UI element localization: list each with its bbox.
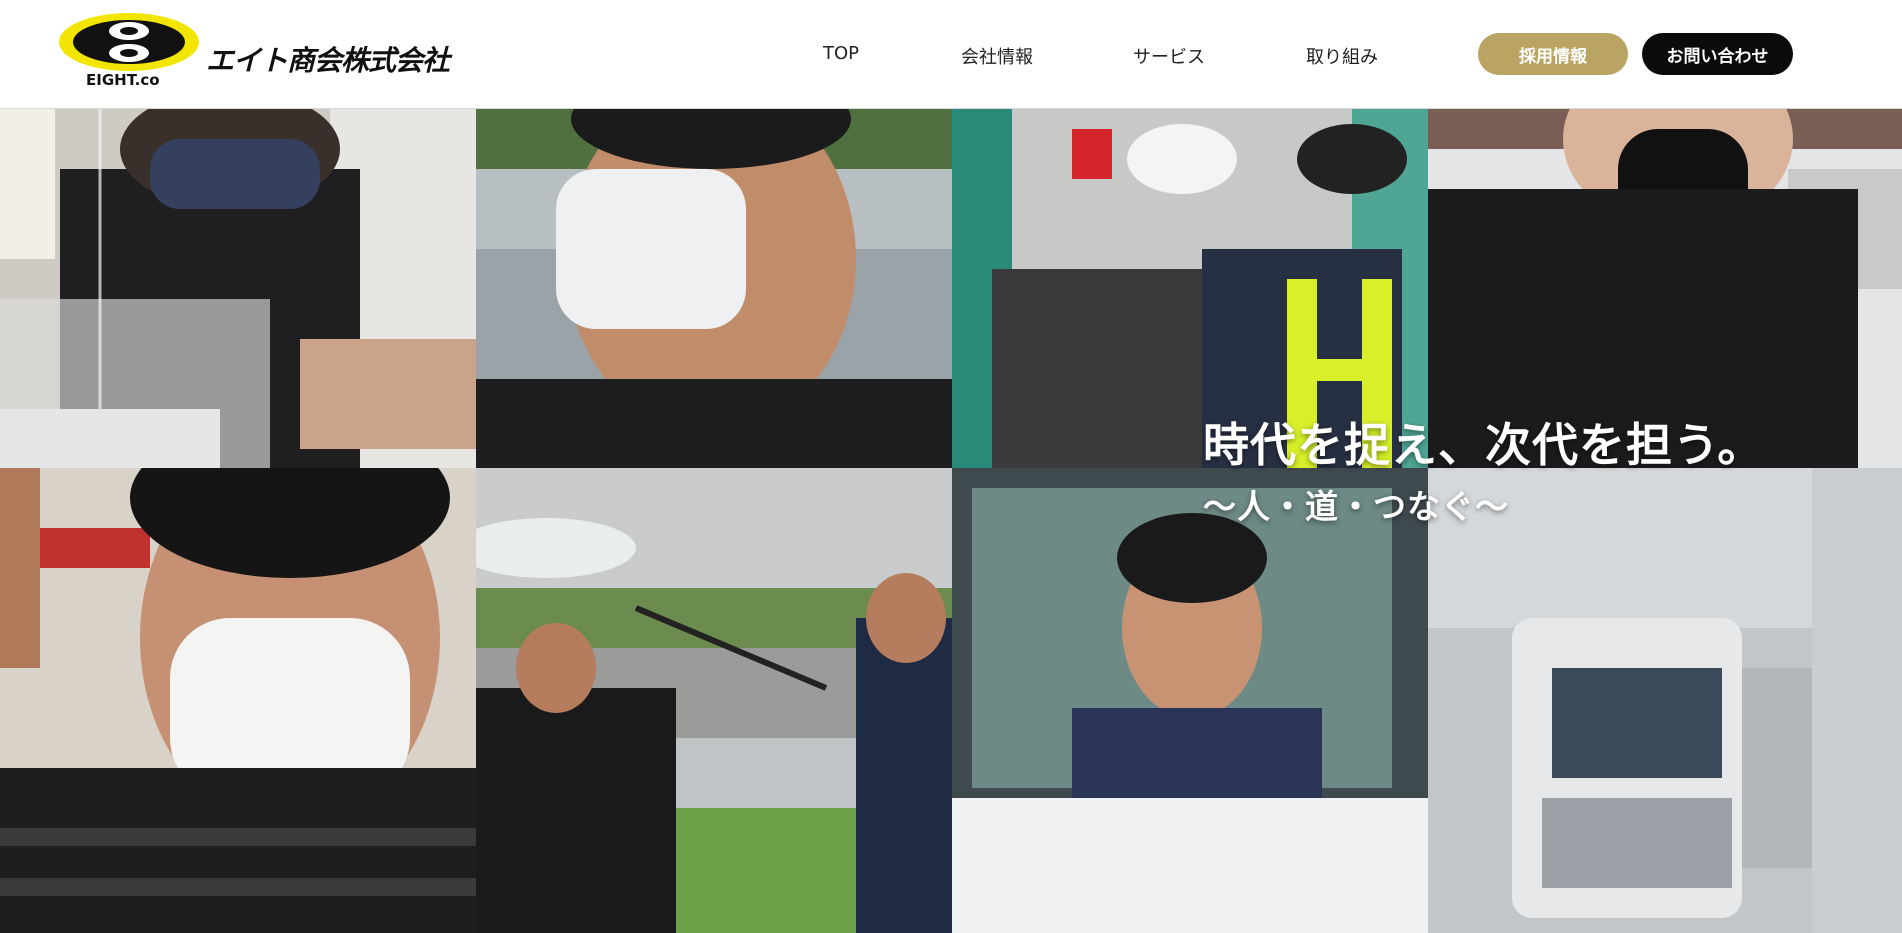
photo-driver-and-truck <box>952 468 1902 933</box>
nav-initiatives[interactable]: 取り組み <box>1306 43 1378 69</box>
eight-logo-mark-icon <box>59 13 199 71</box>
contact-button[interactable]: お問い合わせ <box>1642 33 1793 75</box>
logo-sub-text: EIGHT.co <box>86 71 160 89</box>
photo-smiling-man-mask <box>476 109 952 468</box>
hero-subline: 〜人・道・つなぐ〜 <box>1203 487 1509 526</box>
hero-photo-grid: 時代を捉え、次代を担う。 〜人・道・つなぐ〜 <box>0 109 1902 933</box>
hero-headline: 時代を捉え、次代を担う。 <box>1203 418 1765 472</box>
company-name: エイト商会株式会社 <box>206 44 450 77</box>
photo-man-waving <box>0 468 476 933</box>
photo-reception-staff <box>0 109 476 468</box>
site-header: EIGHT.co エイト商会株式会社 TOP 会社情報 サービス 取り組み 採用… <box>0 0 1902 109</box>
nav-services[interactable]: サービス <box>1133 43 1205 69</box>
company-logo[interactable]: EIGHT.co エイト商会株式会社 <box>58 12 478 90</box>
recruit-button[interactable]: 採用情報 <box>1478 33 1628 75</box>
photo-pressure-washing <box>476 468 952 933</box>
nav-top[interactable]: TOP <box>823 43 859 64</box>
nav-company-info[interactable]: 会社情報 <box>961 43 1033 69</box>
